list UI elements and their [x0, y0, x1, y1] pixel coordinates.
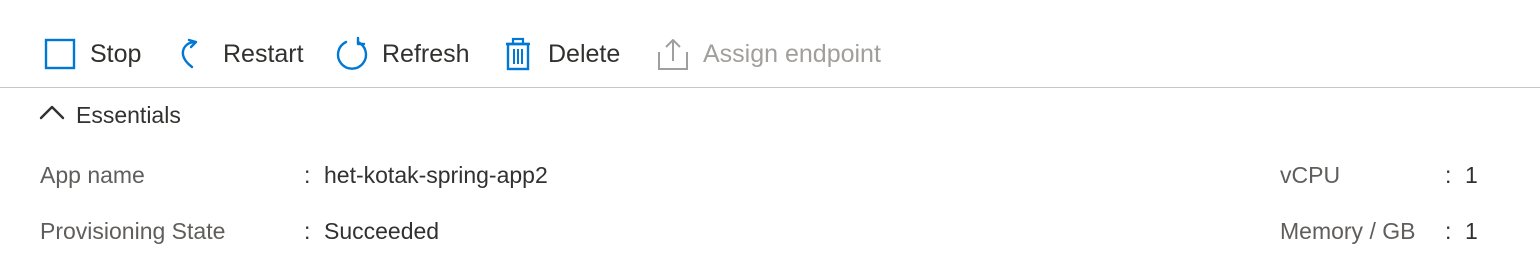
delete-icon [500, 36, 536, 72]
restart-label: Restart [223, 39, 304, 68]
delete-label: Delete [548, 39, 621, 68]
refresh-button[interactable]: Refresh [334, 32, 470, 76]
app-name-value: het-kotak-spring-app2 [324, 162, 548, 188]
app-name-label: App name [40, 162, 145, 188]
essentials-toggle[interactable]: Essentials [38, 98, 181, 132]
assign-endpoint-button[interactable]: Assign endpoint [655, 32, 881, 76]
stop-label: Stop [90, 39, 142, 68]
memory-separator: : [1445, 218, 1452, 244]
provisioning-state-label: Provisioning State [40, 218, 226, 244]
restart-button[interactable]: Restart [175, 32, 304, 76]
delete-button[interactable]: Delete [500, 32, 620, 76]
refresh-label: Refresh [382, 39, 470, 68]
stop-icon [42, 36, 78, 72]
assign-endpoint-label: Assign endpoint [703, 39, 881, 68]
chevron-up-icon [38, 103, 66, 128]
restart-icon [175, 36, 211, 72]
stop-button[interactable]: Stop [42, 32, 141, 76]
memory-value: 1 [1465, 218, 1478, 244]
vcpu-label: vCPU [1280, 162, 1341, 188]
essentials-title: Essentials [76, 101, 181, 128]
provisioning-state-value: Succeeded [324, 218, 440, 244]
vcpu-value: 1 [1465, 162, 1478, 188]
refresh-icon [334, 36, 370, 72]
upload-icon [655, 36, 691, 72]
command-bar: Stop Restart Refresh Delete Assign endpo… [0, 0, 1540, 88]
vcpu-separator: : [1445, 162, 1452, 188]
provisioning-state-separator: : [304, 218, 311, 244]
app-name-separator: : [304, 162, 311, 188]
memory-label: Memory / GB [1280, 218, 1416, 244]
